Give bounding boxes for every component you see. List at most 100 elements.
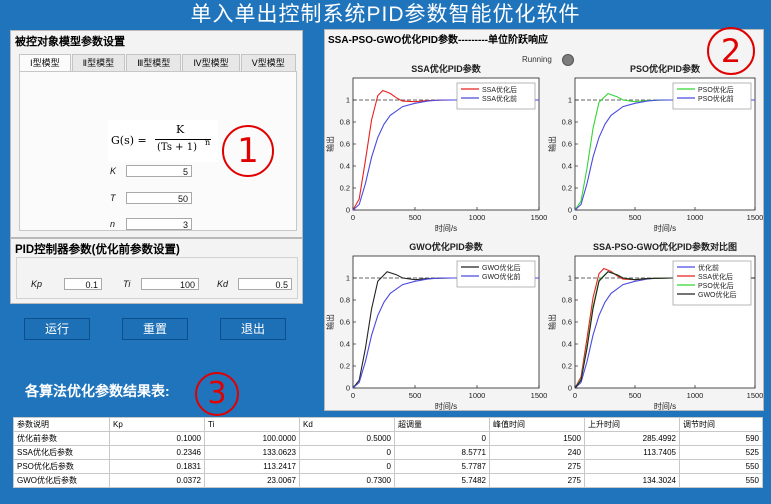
y-tick-label: 0.4	[340, 340, 350, 349]
table-cell: 0.1831	[109, 459, 205, 474]
y-tick-label: 1	[568, 274, 572, 283]
step-response-charts: SSA优化PID参数0 500 1000 150000.20.40.60.81时间/s…	[325, 63, 763, 410]
param-n-label: n	[110, 219, 116, 229]
y-tick-label: 0.4	[562, 340, 572, 349]
y-tick-label: 0	[346, 206, 350, 215]
table-cell: 113.2417	[204, 459, 300, 474]
tab-model-1[interactable]: Ⅰ型模型	[19, 54, 71, 71]
x-axis-label: 时间/s	[435, 223, 457, 233]
x-axis-label: 时间/s	[654, 223, 676, 233]
formula-numerator: K	[176, 123, 185, 136]
param-k-label: K	[110, 166, 117, 176]
results-table: 参数说明 Kp Ti Kd 超调量 峰值时间 上升时间 调节时间 优化前参数 0…	[13, 417, 763, 488]
run-button[interactable]: 运行	[24, 318, 90, 340]
y-tick-label: 0.4	[340, 162, 350, 171]
legend-entry: SSA优化后	[482, 85, 517, 94]
y-tick-label: 1	[346, 274, 350, 283]
chart-title: PSO优化PID参数	[630, 63, 701, 74]
y-tick-label: 1	[568, 96, 572, 105]
table-cell: 0.2346	[109, 445, 205, 460]
tab-model-2[interactable]: Ⅱ型模型	[71, 54, 126, 71]
y-tick-label: 0	[346, 384, 350, 393]
y-tick-label: 0.6	[340, 318, 350, 327]
legend-entry: SSA优化后	[698, 272, 733, 281]
legend-entry: 优化前	[698, 263, 719, 272]
kp-label: Kp	[31, 279, 43, 289]
annotation-one: 1	[222, 125, 274, 177]
tab-model-3[interactable]: Ⅲ型模型	[126, 54, 182, 71]
table-cell: 275	[489, 459, 585, 474]
fraction-bar	[155, 139, 211, 140]
formula-denominator: (Ts + 1)	[157, 142, 197, 153]
y-tick-label: 0.2	[340, 362, 350, 371]
table-cell: 275	[489, 473, 585, 488]
table-row: PSO优化后参数 0.1831 113.2417 0 5.7787 275 55…	[13, 459, 763, 474]
table-cell: 0.0372	[109, 473, 205, 488]
results-header-row: 参数说明 Kp Ti Kd 超调量 峰值时间 上升时间 调节时间	[13, 417, 763, 432]
legend-entry: PSO优化后	[698, 281, 734, 290]
y-tick-label: 1	[346, 96, 350, 105]
model-panel-title: 被控对象模型参数设置	[15, 36, 125, 48]
table-cell: 23.0067	[204, 473, 300, 488]
table-cell: 5.7482	[394, 473, 490, 488]
legend-entry: PSO优化后	[698, 85, 734, 94]
table-cell: 8.5771	[394, 445, 490, 460]
y-axis-label: 输出	[325, 314, 335, 330]
col-header-ti: Ti	[204, 417, 300, 432]
y-tick-label: 0	[568, 206, 572, 215]
annotation-two-ring	[707, 27, 755, 75]
kd-label: Kd	[217, 279, 229, 289]
table-cell: 100.0000	[204, 431, 300, 446]
y-tick-label: 0.8	[340, 118, 350, 127]
param-t-field[interactable]: 50	[126, 192, 192, 204]
kd-field[interactable]: 0.5	[238, 278, 292, 290]
x-tick-label: 1500	[747, 213, 763, 222]
results-title: 各算法优化参数结果表:	[25, 383, 170, 399]
table-cell: 525	[679, 445, 763, 460]
exit-button[interactable]: 退出	[220, 318, 286, 340]
y-tick-label: 0.8	[562, 118, 572, 127]
table-cell: 0	[394, 431, 490, 446]
formula-lhs: G(s) =	[111, 134, 147, 147]
x-axis-label: 时间/s	[435, 401, 457, 410]
table-cell: GWO优化后参数	[13, 473, 110, 488]
x-tick-label: 1000	[469, 391, 486, 400]
model-type-tabs: Ⅰ型模型 Ⅱ型模型 Ⅲ型模型 Ⅳ型模型 Ⅴ型模型	[19, 54, 297, 71]
param-n-field[interactable]: 3	[126, 218, 192, 230]
y-tick-label: 0.2	[562, 362, 572, 371]
x-axis-label: 时间/s	[654, 401, 676, 410]
y-tick-label: 0.8	[562, 296, 572, 305]
table-cell: SSA优化后参数	[13, 445, 110, 460]
y-axis-label: 输出	[325, 136, 335, 152]
y-tick-label: 0.8	[340, 296, 350, 305]
param-t-label: T	[110, 193, 116, 203]
pid-panel-title: PID控制器参数(优化前参数设置)	[15, 244, 180, 256]
table-cell: 133.0623	[204, 445, 300, 460]
table-cell: 0	[299, 445, 395, 460]
tab-model-5[interactable]: Ⅴ型模型	[240, 54, 296, 71]
app-title: 单入单出控制系统PID参数智能优化软件	[190, 3, 581, 26]
table-cell: 0	[299, 459, 395, 474]
reset-button[interactable]: 重置	[122, 318, 188, 340]
legend-entry: GWO优化前	[482, 272, 521, 281]
col-header-settling-time: 调节时间	[679, 417, 763, 432]
x-tick-label: 0	[351, 391, 355, 400]
chart-title: SSA-PSO-GWO优化PID参数对比图	[593, 241, 737, 252]
kp-field[interactable]: 0.1	[64, 278, 102, 290]
y-axis-label: 输出	[547, 136, 557, 152]
col-header-kp: Kp	[109, 417, 205, 432]
table-cell: 113.7405	[584, 445, 680, 460]
ti-field[interactable]: 100	[141, 278, 199, 290]
param-k-field[interactable]: 5	[126, 165, 192, 177]
x-tick-label: 0	[573, 391, 577, 400]
chart-title: GWO优化PID参数	[409, 241, 483, 252]
y-tick-label: 0	[568, 384, 572, 393]
table-row: 优化前参数 0.1000 100.0000 0.5000 0 1500 285.…	[13, 431, 763, 446]
table-cell: 0.7300	[299, 473, 395, 488]
col-header-overshoot: 超调量	[394, 417, 490, 432]
x-tick-label: 1000	[687, 391, 704, 400]
tab-model-4[interactable]: Ⅳ型模型	[182, 54, 240, 71]
pid-fields-box: Kp 0.1 Ti 100 Kd 0.5	[16, 257, 298, 299]
table-cell: 0.1000	[109, 431, 205, 446]
legend-entry: GWO优化后	[698, 290, 737, 299]
